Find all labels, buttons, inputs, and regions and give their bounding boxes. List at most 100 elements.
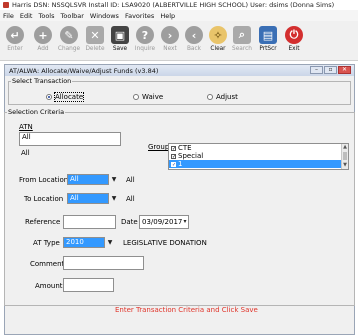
reference-label: Reference bbox=[25, 218, 61, 226]
scroll-down-icon[interactable]: ▼ bbox=[342, 162, 348, 169]
allocate-label: Allocate bbox=[53, 92, 85, 102]
from-location-label: From Location bbox=[19, 176, 69, 184]
add-label: Add bbox=[37, 46, 49, 52]
next-button[interactable]: › Next bbox=[158, 23, 182, 59]
inquire-label: Inquire bbox=[134, 46, 156, 52]
clear-icon: ✧ bbox=[209, 26, 227, 44]
at-type-input[interactable]: 2010 bbox=[63, 237, 105, 248]
comment-input[interactable] bbox=[63, 256, 144, 270]
change-label: Change bbox=[57, 46, 81, 52]
to-location-label: To Location bbox=[24, 195, 64, 203]
inquire-button[interactable]: ? Inquire bbox=[133, 23, 157, 59]
to-location-input[interactable]: All bbox=[67, 193, 109, 204]
menu-tools[interactable]: Tools bbox=[38, 12, 54, 20]
change-button[interactable]: ✎ Change bbox=[57, 23, 81, 59]
date-dropdown-icon[interactable]: ▾ bbox=[180, 216, 190, 227]
group-checkbox-cte[interactable]: ✓ bbox=[171, 145, 176, 151]
group-item-1[interactable]: ✓ 1 bbox=[169, 160, 348, 168]
at-type-dropdown-icon[interactable]: ▼ bbox=[105, 237, 115, 248]
app-title-bar: Harris DSN: NSSQLSVR Install ID: LSA9020… bbox=[0, 0, 358, 10]
scroll-up-icon[interactable]: ▲ bbox=[342, 144, 348, 151]
selection-criteria-legend: Selection Criteria bbox=[8, 108, 65, 116]
next-label: Next bbox=[163, 46, 177, 52]
exit-button[interactable]: ⏻ Exit bbox=[282, 23, 306, 59]
back-label: Back bbox=[186, 46, 202, 52]
enter-label: Enter bbox=[7, 46, 23, 52]
print-screen-button[interactable]: ▤ PrtScr bbox=[256, 23, 280, 59]
waive-radio-dot bbox=[133, 94, 139, 100]
menu-windows[interactable]: Windows bbox=[90, 12, 119, 20]
enter-button[interactable]: ↵ Enter bbox=[3, 23, 27, 59]
add-icon: + bbox=[34, 26, 52, 44]
allocate-radio[interactable]: Allocate bbox=[46, 92, 85, 102]
group-scrollbar[interactable]: ▲ ▼ bbox=[341, 144, 348, 169]
atn-label: ATN bbox=[19, 123, 33, 131]
save-button[interactable]: ▣ Save bbox=[108, 23, 132, 59]
from-location-dropdown-icon[interactable]: ▼ bbox=[109, 174, 119, 185]
status-message: Enter Transaction Criteria and Click Sav… bbox=[115, 306, 258, 314]
adjust-radio[interactable]: Adjust bbox=[207, 93, 238, 101]
change-icon: ✎ bbox=[60, 26, 78, 44]
amount-label: Amount bbox=[35, 282, 63, 290]
from-location-description: All bbox=[126, 176, 135, 184]
reference-input[interactable] bbox=[63, 215, 116, 229]
menu-favorites[interactable]: Favorites bbox=[125, 12, 154, 20]
search-button[interactable]: ⌕ Search bbox=[230, 23, 254, 59]
enter-icon: ↵ bbox=[6, 26, 24, 44]
comment-label: Comment bbox=[30, 260, 65, 268]
save-icon: ▣ bbox=[111, 26, 129, 44]
app-title: Harris DSN: NSSQLSVR Install ID: LSA9020… bbox=[12, 1, 335, 9]
clear-label: Clear bbox=[210, 46, 226, 52]
minimize-button[interactable]: – bbox=[310, 66, 323, 74]
delete-button[interactable]: ✕ Delete bbox=[83, 23, 107, 59]
atn-input[interactable]: All bbox=[19, 132, 121, 146]
at-type-label: AT Type bbox=[33, 239, 60, 247]
amount-input[interactable] bbox=[63, 278, 114, 292]
menu-bar: File Edit Tools Toolbar Windows Favorite… bbox=[0, 10, 358, 21]
menu-help[interactable]: Help bbox=[160, 12, 175, 20]
exit-icon: ⏻ bbox=[285, 26, 303, 44]
adjust-radio-dot bbox=[207, 94, 213, 100]
from-location-input[interactable]: All bbox=[67, 174, 109, 185]
print-screen-icon: ▤ bbox=[259, 26, 277, 44]
date-label: Date bbox=[121, 218, 138, 226]
restore-button[interactable]: ▫ bbox=[324, 66, 337, 74]
search-label: Search bbox=[232, 46, 252, 52]
search-icon: ⌕ bbox=[233, 26, 251, 44]
back-icon: ‹ bbox=[185, 26, 203, 44]
to-location-dropdown-icon[interactable]: ▼ bbox=[109, 193, 119, 204]
group-listbox[interactable]: ✓ CTE ✓ Special ✓ 1 ▲ ▼ bbox=[168, 143, 349, 170]
back-button[interactable]: ‹ Back bbox=[182, 23, 206, 59]
group-checkbox-1[interactable]: ✓ bbox=[171, 161, 176, 167]
inquire-icon: ? bbox=[136, 26, 154, 44]
atn-description: All bbox=[21, 149, 30, 157]
waive-label: Waive bbox=[142, 93, 164, 101]
select-transaction-legend: Select Transaction bbox=[12, 77, 72, 85]
allocate-radio-dot bbox=[46, 94, 52, 100]
menu-toolbar[interactable]: Toolbar bbox=[61, 12, 84, 20]
at-type-description: LEGISLATIVE DONATION bbox=[123, 239, 207, 247]
group-label: Group bbox=[148, 143, 170, 151]
scroll-thumb[interactable] bbox=[343, 152, 347, 160]
exit-label: Exit bbox=[288, 46, 300, 52]
clear-button[interactable]: ✧ Clear bbox=[206, 23, 230, 59]
window-title-bar: AT/ALWA: Allocate/Waive/Adjust Funds (v3… bbox=[5, 65, 354, 76]
adjust-label: Adjust bbox=[216, 93, 238, 101]
waive-radio[interactable]: Waive bbox=[133, 93, 163, 101]
window-title: AT/ALWA: Allocate/Waive/Adjust Funds (v3… bbox=[9, 66, 159, 75]
menu-file[interactable]: File bbox=[3, 12, 14, 20]
close-button[interactable]: ✕ bbox=[338, 66, 351, 74]
add-button[interactable]: + Add bbox=[31, 23, 55, 59]
group-item-special[interactable]: ✓ Special bbox=[169, 152, 348, 160]
group-item-cte[interactable]: ✓ CTE bbox=[169, 144, 348, 152]
print-screen-label: PrtScr bbox=[259, 46, 277, 52]
menu-edit[interactable]: Edit bbox=[20, 12, 33, 20]
next-icon: › bbox=[161, 26, 179, 44]
save-label: Save bbox=[112, 46, 128, 52]
delete-label: Delete bbox=[85, 46, 105, 52]
delete-icon: ✕ bbox=[86, 26, 104, 44]
group-checkbox-special[interactable]: ✓ bbox=[171, 153, 176, 159]
to-location-description: All bbox=[126, 195, 135, 203]
toolbar: ↵ Enter + Add ✎ Change ✕ Delete ▣ Save ?… bbox=[0, 21, 358, 61]
app-logo-icon bbox=[3, 2, 9, 8]
